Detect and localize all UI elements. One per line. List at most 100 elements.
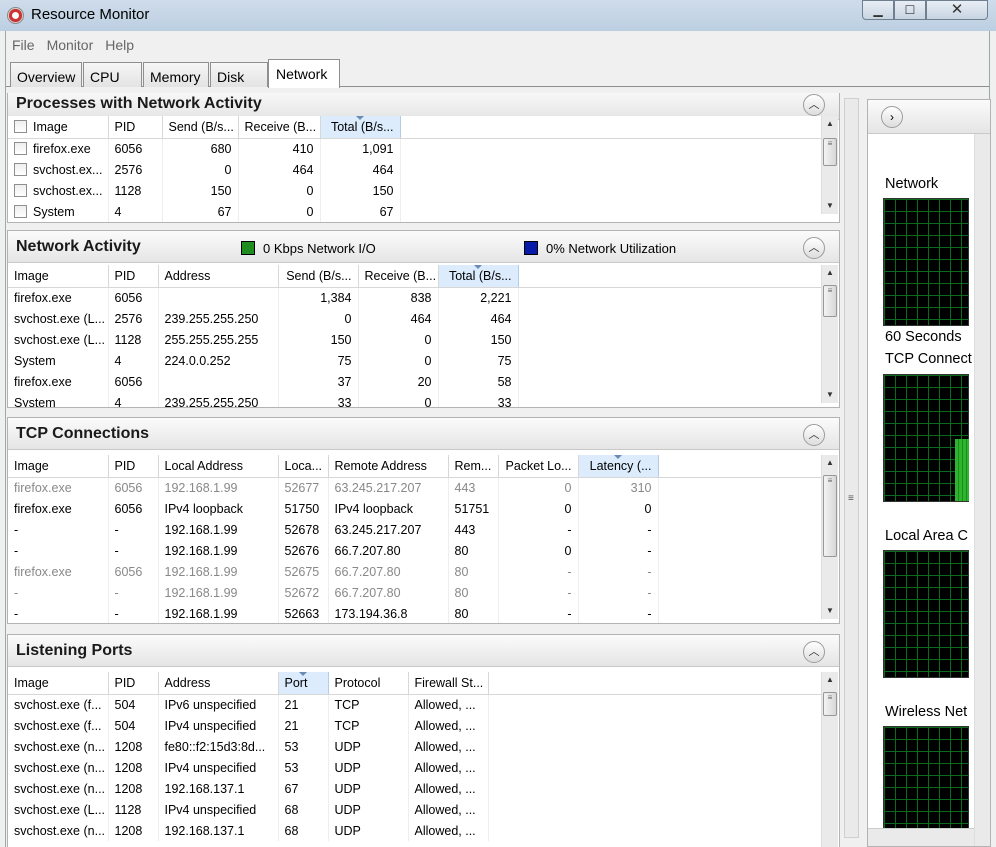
table-row[interactable]: svchost.ex... 2576 0 464 464 [8,159,821,180]
table-row[interactable]: svchost.exe (n... 1208 192.168.137.1 67 UDP A… [8,778,821,799]
table-row[interactable]: firefox.exe 6056 192.168.1.99 52675 66.7.207… [8,561,821,582]
column-header[interactable]: Rem... [448,455,499,478]
scroll-up-icon[interactable]: ▲ [822,672,838,688]
column-header[interactable]: Address [158,672,279,695]
table-row[interactable]: - -192.168.1.99 52672 66.7.207.80 80- - [8,582,821,603]
column-header[interactable]: Receive (B... [238,116,321,139]
table-row[interactable]: firefox.exe 6056 IPv4 loopback 51750 IPv4 lo… [8,498,821,519]
row-checkbox[interactable] [14,183,27,197]
table-row[interactable]: svchost.exe (f... 504 IPv4 unspecified 21 TC… [8,715,821,736]
graph-pane-scrollbar[interactable] [974,134,990,846]
splitter-grip-icon[interactable]: ≡ [848,493,854,504]
column-header[interactable]: PID [108,265,159,288]
column-header[interactable]: PID [108,116,163,139]
processes-scrollbar[interactable]: ▲ ≡ ▼ [821,116,838,214]
scroll-down-icon[interactable]: ▼ [822,603,838,619]
network-activity-header[interactable]: Network Activity 0 Kbps Network I/O 0% N… [8,231,839,263]
table-row[interactable]: svchost.exe (n... 1208 IPv4 unspecified 53 U… [8,757,821,778]
table-cell: 192.168.1.99 [158,561,279,582]
column-header[interactable]: Image [8,455,109,478]
table-row[interactable]: svchost.ex... 1128 150 0 150 [8,180,821,201]
tcp-connections-scrollbar[interactable]: ▲ ≡ ▼ [821,455,838,619]
tcp-connections-table: Image PID Local Address Loca... Remote Addre… [8,455,821,623]
column-header[interactable]: PID [108,455,159,478]
column-header[interactable]: Image [8,116,109,139]
table-row[interactable]: System 4 224.0.0.252 75 0 75 [8,350,821,371]
row-checkbox[interactable] [14,141,27,155]
scroll-thumb[interactable]: ≡ [823,285,837,317]
column-header[interactable]: Address [158,265,279,288]
table-cell: IPv4 loopback [328,498,449,519]
table-row[interactable]: System 4 67 0 67 [8,201,821,222]
table-row[interactable]: svchost.exe (L... 2576 239.255.255.250 0 464… [8,308,821,329]
listening-ports-header[interactable]: Listening Ports ︿ [8,635,839,667]
network-activity-scrollbar[interactable]: ▲ ≡ ▼ [821,265,838,403]
table-row[interactable]: svchost.exe (L... 1128 IPv4 unspecified 68 U… [8,799,821,820]
tab-overview[interactable]: Overview [10,62,82,87]
listening-ports-scrollbar[interactable]: ▲ ≡ [821,672,838,847]
select-all-checkbox[interactable] [14,119,27,133]
column-header[interactable]: Protocol [328,672,409,695]
table-row[interactable]: svchost.exe (n... 1208 fe80::f2:15d3:8d...… [8,736,821,757]
chevron-right-icon[interactable]: › [881,106,903,128]
tab-disk[interactable]: Disk [210,62,268,87]
table-cell: 239.255.255.250 [158,392,279,407]
table-row[interactable]: svchost.exe (f... 504 IPv6 unspecified 21 TC… [8,694,821,715]
table-row[interactable]: svchost.exe (n... 1208 192.168.137.1 68 UDP A… [8,820,821,841]
tab-memory[interactable]: Memory [143,62,209,87]
table-row[interactable]: svchost.exe (L... 1128 255.255.255.255 150 0… [8,329,821,350]
tcp-connections-header[interactable]: TCP Connections ︿ [8,418,839,450]
scroll-thumb[interactable]: ≡ [823,692,837,716]
column-header[interactable]: PID [108,672,159,695]
table-cell: 52678 [278,519,329,540]
table-row[interactable]: - -192.168.1.99 52676 66.7.207.80 80 0- [8,540,821,561]
table-row[interactable]: firefox.exe 6056 1,384 838 2,221 [8,287,821,308]
row-filler [658,477,821,498]
minimize-button[interactable]: ▁ [862,0,894,20]
column-header[interactable]: Firewall St... [408,672,489,695]
scroll-down-icon[interactable]: ▼ [822,387,838,403]
collapse-icon[interactable]: ︿ [803,94,825,116]
scroll-up-icon[interactable]: ▲ [822,116,838,132]
table-row[interactable]: firefox.exe 6056 37 20 58 [8,371,821,392]
pane-splitter[interactable]: ≡ [842,93,867,847]
column-header[interactable]: Remote Address [328,455,449,478]
column-header[interactable]: Loca... [278,455,329,478]
row-filler [400,138,821,159]
left-pane-scrollbar[interactable] [844,98,859,838]
scroll-down-icon[interactable]: ▼ [822,198,838,214]
menu-monitor[interactable]: Monitor [41,33,100,53]
table-row[interactable]: firefox.exe 6056 192.168.1.99 52677 63.245.2… [8,477,821,498]
table-row[interactable]: System 4 239.255.255.250 33 0 33 [8,392,821,407]
tab-network[interactable]: Network [268,59,340,88]
column-header[interactable]: Port [278,672,329,695]
scroll-thumb[interactable]: ≡ [823,138,837,166]
table-row[interactable]: - -192.168.1.99 52663 173.194.36.8 80- - [8,603,821,623]
column-header[interactable]: Local Address [158,455,279,478]
row-checkbox[interactable] [14,204,27,218]
table-row[interactable]: firefox.exe 6056 680 410 1,091 [8,138,821,159]
row-checkbox[interactable] [14,162,27,176]
collapse-icon[interactable]: ︿ [803,641,825,663]
graph-pane-hscrollbar[interactable] [868,828,974,846]
column-header[interactable]: Packet Lo... [498,455,579,478]
column-header[interactable]: Total (B/s... [438,265,519,288]
scroll-up-icon[interactable]: ▲ [822,455,838,471]
column-header[interactable]: Latency (... [578,455,659,478]
column-header[interactable]: Image [8,265,109,288]
column-header[interactable]: Total (B/s... [320,116,401,139]
column-header[interactable]: Image [8,672,109,695]
scroll-up-icon[interactable]: ▲ [822,265,838,281]
column-header[interactable]: Send (B/s... [162,116,239,139]
collapse-icon[interactable]: ︿ [803,424,825,446]
column-header[interactable]: Receive (B... [358,265,439,288]
scroll-thumb[interactable]: ≡ [823,475,837,557]
maximize-button[interactable]: ☐ [894,0,926,20]
collapse-icon[interactable]: ︿ [803,237,825,259]
table-row[interactable]: - -192.168.1.99 52678 63.245.217.207 443- - [8,519,821,540]
menu-help[interactable]: Help [99,33,140,53]
close-button[interactable]: ✕ [926,0,988,20]
column-header[interactable]: Send (B/s... [278,265,359,288]
menu-file[interactable]: File [6,33,41,53]
tab-cpu[interactable]: CPU [83,62,142,87]
